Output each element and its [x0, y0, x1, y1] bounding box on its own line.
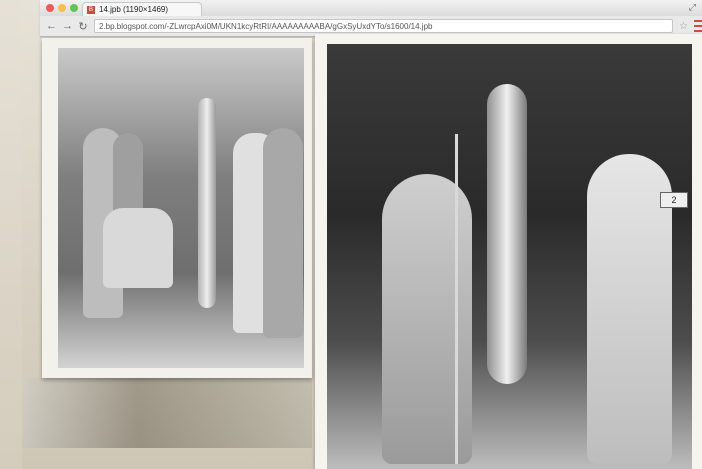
- address-text: 2.bp.blogspot.com/-ZLwrcpAxi0M/UKN1kcyRt…: [98, 21, 433, 31]
- window-controls: [46, 4, 78, 12]
- title-bar: B 14.jpb (1190×1469) ⤢: [40, 0, 702, 16]
- left-photo-person: [263, 128, 303, 338]
- expand-icon[interactable]: ⤢: [689, 2, 696, 13]
- left-photo-image: [58, 48, 304, 368]
- fishing-rod: [455, 134, 458, 464]
- browser-toolbar: ← → ↻ 2.bp.blogspot.com/-ZLwrcpAxi0M/UKN…: [40, 16, 702, 36]
- left-photo-print: [42, 38, 312, 378]
- favicon-icon: B: [87, 5, 95, 14]
- menu-icon[interactable]: [694, 20, 702, 32]
- reload-icon[interactable]: ↻: [78, 20, 88, 33]
- back-arrow-icon[interactable]: ←: [46, 20, 57, 32]
- right-photo-woman: [382, 174, 472, 464]
- background-photo-strip: [22, 378, 312, 448]
- right-photo-image: 2: [327, 44, 692, 469]
- address-bar[interactable]: 2.bp.blogspot.com/-ZLwrcpAxi0M/UKN1kcyRt…: [93, 19, 674, 33]
- browser-tab[interactable]: B 14.jpb (1190×1469): [82, 2, 202, 16]
- forward-arrow-icon[interactable]: →: [62, 20, 73, 32]
- browser-window: B 14.jpb (1190×1469) ⤢ ← → ↻ 2.bp.blogsp…: [40, 0, 702, 37]
- star-icon[interactable]: ☆: [679, 21, 688, 32]
- maximize-window-button[interactable]: [70, 4, 78, 12]
- minimize-window-button[interactable]: [58, 4, 66, 12]
- tab-title: 14.jpb (1190×1469): [99, 5, 169, 14]
- left-photo-person: [103, 208, 173, 288]
- close-window-button[interactable]: [46, 4, 54, 12]
- left-photo-fish: [198, 98, 216, 308]
- number-sign: 2: [660, 192, 688, 208]
- right-photo-print: 2: [315, 34, 702, 469]
- background-photo-shade: [22, 378, 312, 448]
- left-edge: [0, 0, 22, 469]
- right-photo-fish: [487, 84, 527, 384]
